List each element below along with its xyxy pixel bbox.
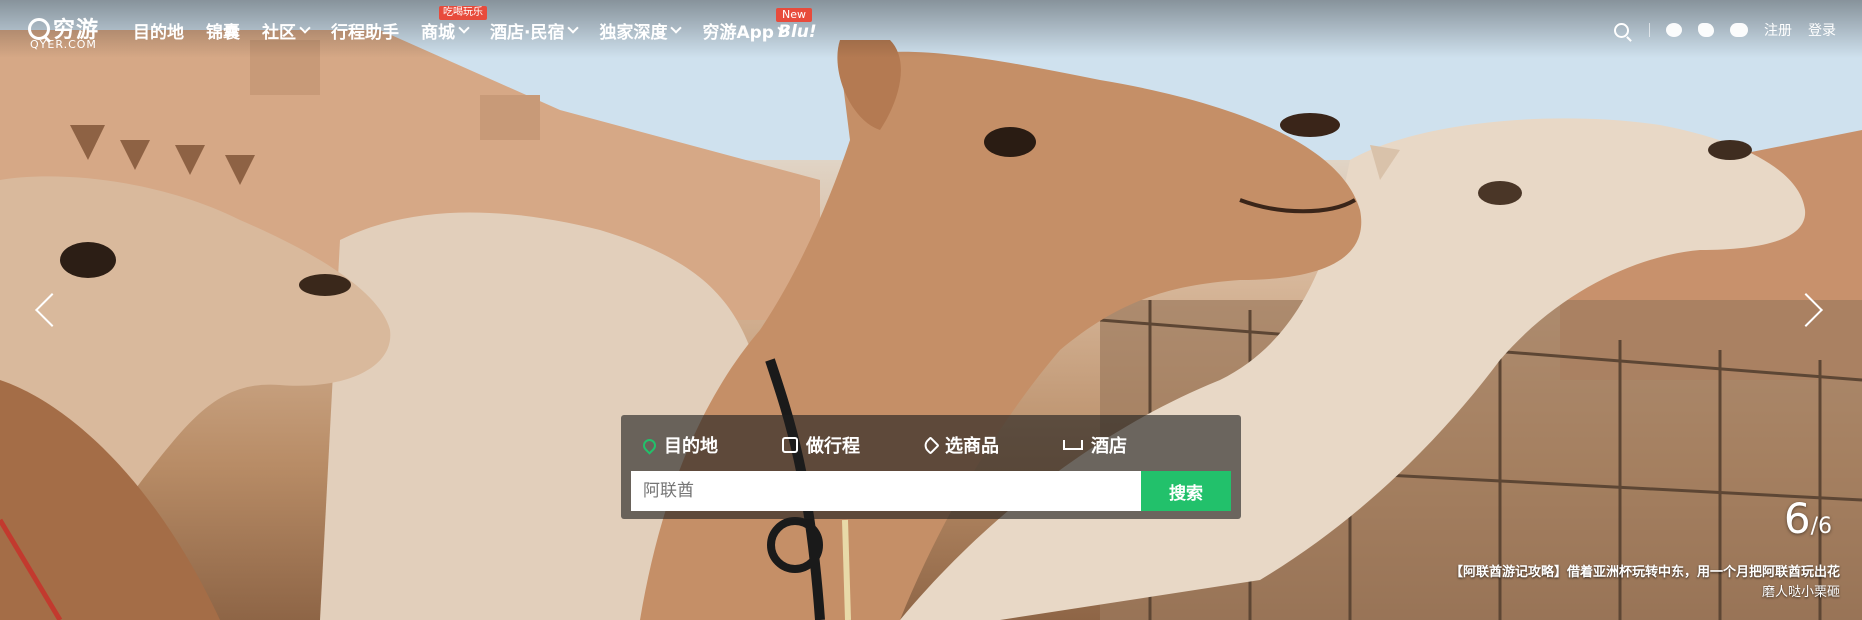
bag-icon — [782, 437, 798, 453]
nav-item-hotel[interactable]: 酒店·民宿 — [490, 18, 580, 43]
qq-icon[interactable] — [1666, 23, 1682, 37]
logo-subtext: QYER.COM — [30, 38, 97, 51]
divider — [1649, 23, 1650, 37]
login-link[interactable]: 登录 — [1808, 20, 1836, 40]
search-icon[interactable] — [1614, 22, 1629, 38]
tab-plan-trip[interactable]: 做行程 — [782, 432, 860, 458]
new-badge: New — [776, 8, 812, 22]
main-nav: 目的地 锦囊 社区 行程助手 吃喝玩乐 商城 酒店·民宿 独家深度 穷游App — [133, 5, 809, 43]
qyer-logo[interactable]: 穷游 QYER.COM — [28, 12, 110, 52]
chevron-down-icon — [299, 22, 311, 34]
tab-destination[interactable]: 目的地 — [640, 432, 718, 458]
top-navigation-bar: 穷游 QYER.COM 目的地 锦囊 社区 行程助手 吃喝玩乐 商城 酒店·民宿… — [0, 0, 1862, 58]
bed-icon — [1063, 440, 1083, 450]
search-row: 搜索 — [631, 471, 1231, 511]
blu-link[interactable]: New Blu! — [776, 8, 822, 42]
search-button[interactable]: 搜索 — [1141, 471, 1231, 511]
register-link[interactable]: 注册 — [1764, 20, 1792, 40]
search-input[interactable] — [631, 471, 1141, 511]
nav-item-exclusive[interactable]: 独家深度 — [599, 18, 683, 43]
nav-item-guides[interactable]: 锦囊 — [206, 18, 240, 43]
search-panel: 目的地 做行程 选商品 酒店 搜索 — [621, 415, 1241, 519]
chevron-down-icon — [458, 22, 470, 34]
nav-item-app[interactable]: 穷游App — [702, 18, 789, 43]
wechat-icon[interactable] — [1730, 23, 1748, 37]
chevron-down-icon — [567, 22, 580, 34]
nav-item-community[interactable]: 社区 — [262, 18, 311, 43]
location-pin-icon — [640, 435, 659, 455]
weibo-icon[interactable] — [1698, 23, 1714, 37]
tab-products[interactable]: 选商品 — [921, 432, 999, 458]
slide-title-link[interactable]: 【阿联酋游记攻略】借着亚洲杯玩转中东，用一个月把阿联酋玩出花 — [1450, 561, 1840, 580]
tab-hotel[interactable]: 酒店 — [1063, 432, 1127, 458]
mall-badge: 吃喝玩乐 — [439, 5, 487, 20]
hero-banner-image[interactable] — [0, 0, 1862, 620]
slide-author[interactable]: 磨人哒小栗砸 — [1762, 581, 1840, 600]
search-tabs: 目的地 做行程 选商品 酒店 — [640, 432, 1191, 458]
chevron-down-icon — [670, 22, 683, 34]
slider-prev-button[interactable] — [34, 292, 69, 328]
nav-item-mall[interactable]: 吃喝玩乐 商城 — [421, 5, 487, 43]
camels-photo — [0, 0, 1862, 620]
blu-label: Blu! — [778, 22, 817, 42]
logo-q-icon — [28, 18, 50, 40]
tag-icon — [921, 435, 940, 455]
user-actions: 注册 登录 — [1598, 20, 1836, 40]
nav-item-trip-planner[interactable]: 行程助手 — [331, 18, 399, 43]
slide-counter: 6/6 — [1783, 494, 1832, 543]
nav-item-destination[interactable]: 目的地 — [133, 18, 184, 43]
slider-next-button[interactable] — [1789, 292, 1824, 328]
